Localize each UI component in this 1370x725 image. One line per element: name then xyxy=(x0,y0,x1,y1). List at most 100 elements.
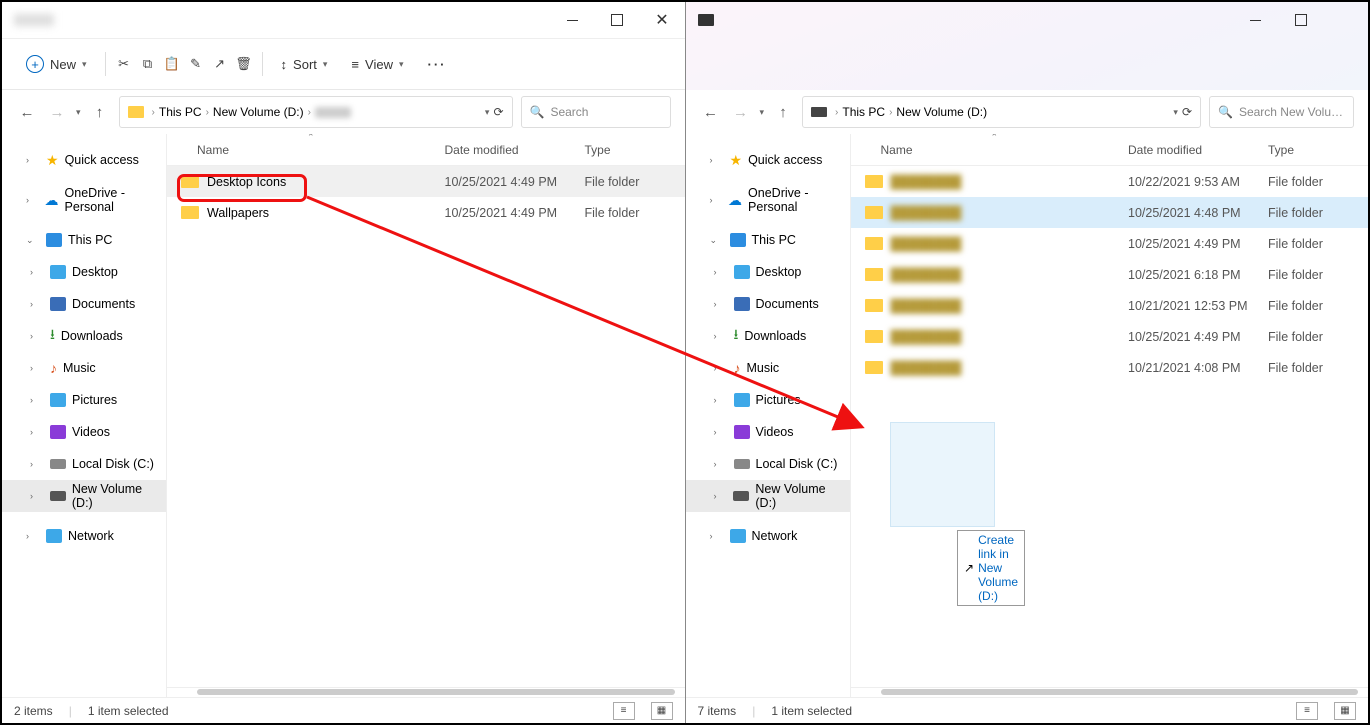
status-items: 2 items xyxy=(14,704,53,718)
search-input[interactable]: 🔍 Search xyxy=(521,96,671,128)
sidebar-item-pictures[interactable]: ›Pictures xyxy=(2,384,166,416)
sidebar: ›★Quick access ›☁OneDrive - Personal ⌄Th… xyxy=(2,134,167,697)
view-icons-button[interactable]: ▦ xyxy=(651,702,673,720)
maximize-button[interactable] xyxy=(595,2,640,38)
more-button[interactable]: ··· xyxy=(418,47,457,81)
sidebar-item-pictures[interactable]: ›Pictures xyxy=(686,384,850,416)
column-date[interactable]: Date modified xyxy=(445,143,585,157)
back-button[interactable]: ← xyxy=(16,104,38,121)
window-title xyxy=(14,14,54,26)
address-bar[interactable]: › This PC › New Volume (D:) ▾ ⟳ xyxy=(802,96,1201,128)
navbar: ← → ▾ ↑ › This PC › New Volume (D:) ▾ ⟳ … xyxy=(686,90,1369,134)
file-row[interactable]: ████████10/22/2021 9:53 AMFile folder xyxy=(851,166,1369,197)
view-details-button[interactable]: ≡ xyxy=(1296,702,1318,720)
drive-icon xyxy=(50,491,66,501)
address-bar[interactable]: › This PC › New Volume (D:) › ▾ ⟳ xyxy=(119,96,513,128)
refresh-button[interactable]: ⟳ xyxy=(1182,105,1192,119)
view-details-button[interactable]: ≡ xyxy=(613,702,635,720)
sidebar-item-music[interactable]: ›♪Music xyxy=(686,352,850,384)
file-row[interactable]: ████████10/21/2021 4:08 PMFile folder xyxy=(851,352,1369,383)
scrollbar-horizontal[interactable] xyxy=(881,689,1359,695)
breadcrumb-drive[interactable]: New Volume (D:) xyxy=(896,105,987,119)
sidebar-item-thispc[interactable]: ⌄This PC xyxy=(686,224,850,256)
file-row[interactable]: Wallpapers10/25/2021 4:49 PMFile folder xyxy=(167,197,685,228)
file-date: 10/21/2021 4:08 PM xyxy=(1128,361,1268,375)
forward-button[interactable]: → xyxy=(730,104,752,121)
sidebar-item-newvol[interactable]: ›New Volume (D:) xyxy=(686,480,850,512)
sidebar-item-thispc[interactable]: ⌄This PC xyxy=(2,224,166,256)
view-button[interactable]: ≡ View ▾ xyxy=(341,47,413,81)
sidebar-item-videos[interactable]: ›Videos xyxy=(686,416,850,448)
folder-icon xyxy=(865,361,883,374)
paste-button[interactable]: 📋 xyxy=(162,54,182,74)
column-date[interactable]: Date modified xyxy=(1128,143,1268,157)
file-row[interactable]: ████████10/25/2021 4:48 PMFile folder xyxy=(851,197,1369,228)
disk-icon xyxy=(50,459,66,469)
breadcrumb-drive[interactable]: New Volume (D:) xyxy=(213,105,304,119)
cut-button[interactable]: ✂ xyxy=(114,54,134,74)
sidebar-item-documents[interactable]: ›Documents xyxy=(686,288,850,320)
file-row[interactable]: Desktop Icons10/25/2021 4:49 PMFile fold… xyxy=(167,166,685,197)
refresh-button[interactable]: ⟳ xyxy=(493,105,503,119)
sidebar-item-quick-access[interactable]: ›★Quick access xyxy=(686,144,850,176)
up-button[interactable]: ↑ xyxy=(89,104,111,121)
sidebar-item-localc[interactable]: ›Local Disk (C:) xyxy=(686,448,850,480)
file-date: 10/25/2021 4:49 PM xyxy=(1128,330,1268,344)
breadcrumb-root[interactable]: This PC xyxy=(159,105,202,119)
breadcrumb-folder[interactable] xyxy=(315,107,351,118)
sidebar-item-newvol[interactable]: ›New Volume (D:) xyxy=(2,480,166,512)
history-chev[interactable]: ▾ xyxy=(76,107,81,118)
file-row[interactable]: ████████10/25/2021 4:49 PMFile folder xyxy=(851,228,1369,259)
scrollbar-horizontal[interactable] xyxy=(197,689,675,695)
forward-button[interactable]: → xyxy=(46,104,68,121)
column-type[interactable]: Type xyxy=(1268,143,1368,157)
sidebar-item-music[interactable]: ›♪Music xyxy=(2,352,166,384)
sidebar-item-desktop[interactable]: ›Desktop xyxy=(686,256,850,288)
folder-icon xyxy=(181,175,199,188)
search-icon: 🔍 xyxy=(530,105,545,119)
new-button[interactable]: + New ▾ xyxy=(16,47,97,81)
titlebar: ✕ xyxy=(2,2,685,38)
back-button[interactable]: ← xyxy=(700,104,722,121)
file-date: 10/21/2021 12:53 PM xyxy=(1128,299,1268,313)
file-type: File folder xyxy=(585,206,685,220)
delete-button[interactable]: 🗑 xyxy=(234,54,254,74)
sidebar: ›★Quick access ›☁OneDrive - Personal ⌄Th… xyxy=(686,134,851,697)
file-date: 10/25/2021 6:18 PM xyxy=(1128,268,1268,282)
status-selected: 1 item selected xyxy=(88,704,169,718)
sidebar-item-downloads[interactable]: ›⭳Downloads xyxy=(686,320,850,352)
copy-button[interactable]: ⧉ xyxy=(138,54,158,74)
sidebar-item-videos[interactable]: ›Videos xyxy=(2,416,166,448)
maximize-button[interactable] xyxy=(1278,2,1323,38)
cloud-icon: ☁ xyxy=(45,192,59,209)
sidebar-item-onedrive[interactable]: ›☁OneDrive - Personal xyxy=(686,184,850,216)
breadcrumb-root[interactable]: This PC xyxy=(842,105,885,119)
column-name[interactable]: Name xyxy=(167,143,445,157)
sidebar-item-network[interactable]: ›Network xyxy=(686,520,850,552)
desktop-icon xyxy=(50,265,66,279)
sidebar-item-network[interactable]: ›Network xyxy=(2,520,166,552)
sidebar-item-downloads[interactable]: ›⭳Downloads xyxy=(2,320,166,352)
sidebar-item-desktop[interactable]: ›Desktop xyxy=(2,256,166,288)
up-button[interactable]: ↑ xyxy=(772,104,794,121)
search-input[interactable]: 🔍 Search New Volu… xyxy=(1209,96,1354,128)
sidebar-item-localc[interactable]: ›Local Disk (C:) xyxy=(2,448,166,480)
sidebar-item-quick-access[interactable]: ›★Quick access xyxy=(2,144,166,176)
minimize-button[interactable] xyxy=(1233,2,1278,38)
status-selected: 1 item selected xyxy=(771,704,852,718)
chevron-down-icon: ▾ xyxy=(82,59,87,70)
share-button[interactable]: ↗ xyxy=(210,54,230,74)
file-row[interactable]: ████████10/21/2021 12:53 PMFile folder xyxy=(851,290,1369,321)
sidebar-item-documents[interactable]: ›Documents xyxy=(2,288,166,320)
file-row[interactable]: ████████10/25/2021 4:49 PMFile folder xyxy=(851,321,1369,352)
close-button[interactable]: ✕ xyxy=(640,2,685,38)
sidebar-item-onedrive[interactable]: ›☁OneDrive - Personal xyxy=(2,184,166,216)
sort-button[interactable]: ↕ Sort ▾ xyxy=(271,47,338,81)
minimize-button[interactable] xyxy=(550,2,595,38)
view-icons-button[interactable]: ▦ xyxy=(1334,702,1356,720)
column-name[interactable]: Name xyxy=(851,143,1129,157)
rename-button[interactable]: ✎ xyxy=(186,54,206,74)
file-row[interactable]: ████████10/25/2021 6:18 PMFile folder xyxy=(851,259,1369,290)
column-type[interactable]: Type xyxy=(585,143,685,157)
folder-icon xyxy=(181,206,199,219)
